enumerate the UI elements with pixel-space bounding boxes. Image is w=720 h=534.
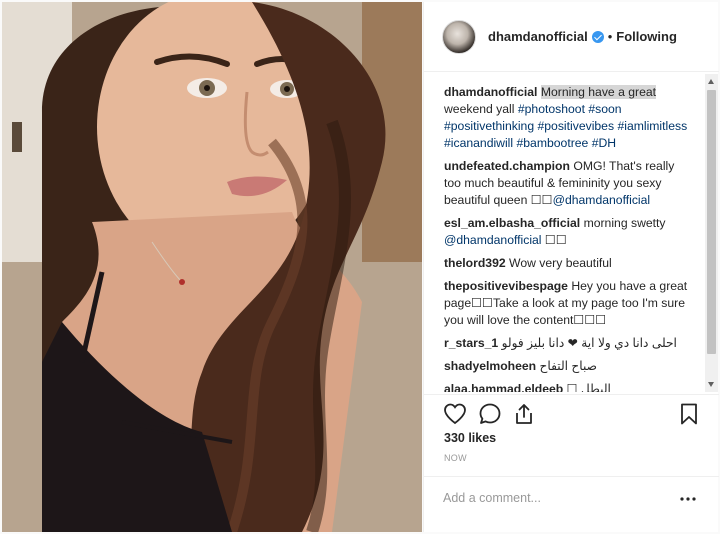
- hashtag[interactable]: #soon: [588, 102, 621, 116]
- hashtag[interactable]: #DH: [592, 136, 616, 150]
- comment-input[interactable]: [443, 486, 663, 510]
- scroll-up-icon[interactable]: [708, 79, 714, 84]
- comment-text: احلى دانا دي ولا اية ❤ دانا بليز فولو: [501, 336, 677, 350]
- more-icon[interactable]: [678, 493, 698, 505]
- comment-username[interactable]: undefeated.champion: [444, 159, 570, 173]
- caption-text: weekend yall: [444, 102, 518, 116]
- caption: dhamdanofficial Morning have a great wee…: [444, 84, 692, 152]
- comment-item: alaa.hammad.eldeeb البطل ☐: [444, 381, 692, 392]
- comment-mention[interactable]: @dhamdanofficial: [553, 193, 651, 207]
- comment-item: thelord392 Wow very beautiful: [444, 255, 692, 272]
- separator-dot: •: [607, 29, 613, 44]
- comment-item: shadyelmoheen صباح التفاح: [444, 358, 692, 375]
- instagram-post-window: dhamdanofficial • Following dhamdanoffic…: [0, 0, 720, 534]
- comment-item: thepositivevibespage Hey you have a grea…: [444, 278, 692, 329]
- share-icon[interactable]: [512, 402, 536, 426]
- caption-username[interactable]: dhamdanofficial: [444, 85, 537, 99]
- comment-username[interactable]: esl_am.elbasha_official: [444, 216, 580, 230]
- comment-text: صباح التفاح: [539, 359, 598, 373]
- hashtag[interactable]: #positivethinking: [444, 119, 534, 133]
- caption-highlighted-text: Morning have a great: [540, 85, 657, 99]
- comment-username[interactable]: thelord392: [444, 256, 506, 270]
- hashtag[interactable]: #icanandiwill: [444, 136, 513, 150]
- following-button[interactable]: Following: [616, 29, 677, 44]
- hashtag[interactable]: #photoshoot: [518, 102, 585, 116]
- comment-text-after: ☐☐: [541, 233, 567, 247]
- bookmark-icon[interactable]: [677, 402, 701, 426]
- heart-icon[interactable]: [443, 402, 467, 426]
- comment-username[interactable]: thepositivevibespage: [444, 279, 568, 293]
- hashtag[interactable]: #bambootree: [517, 136, 589, 150]
- comment-username[interactable]: shadyelmoheen: [444, 359, 536, 373]
- comment-username[interactable]: r_stars_1: [444, 336, 498, 350]
- verified-icon: [591, 30, 604, 43]
- post-username[interactable]: dhamdanofficial: [488, 29, 588, 44]
- post-photo[interactable]: [2, 2, 422, 532]
- scroll-down-icon[interactable]: [708, 382, 714, 387]
- comment-item: r_stars_1 احلى دانا دي ولا اية ❤ دانا بل…: [444, 335, 692, 352]
- comment-text: morning swetty: [583, 216, 666, 230]
- comments-list[interactable]: dhamdanofficial Morning have a great wee…: [424, 74, 704, 392]
- post-timestamp: NOW: [444, 453, 467, 463]
- comment-text: البطل ☐: [566, 382, 611, 392]
- hashtag[interactable]: #positivevibes: [538, 119, 615, 133]
- photo-illustration: [2, 2, 422, 532]
- post-header: dhamdanofficial • Following: [424, 2, 719, 72]
- comment-icon[interactable]: [478, 402, 502, 426]
- likes-count[interactable]: 330 likes: [444, 431, 496, 445]
- action-bar: [424, 394, 719, 430]
- avatar[interactable]: [442, 19, 476, 54]
- comment-text: Wow very beautiful: [509, 256, 612, 270]
- comments-scrollbar[interactable]: [705, 74, 718, 392]
- add-comment-section: [424, 476, 719, 532]
- comment-mention[interactable]: @dhamdanofficial: [444, 233, 542, 247]
- scrollbar-thumb[interactable]: [707, 90, 716, 354]
- comment-username[interactable]: alaa.hammad.eldeeb: [444, 382, 563, 392]
- comment-item: esl_am.elbasha_official morning swetty @…: [444, 215, 692, 249]
- hashtag[interactable]: #iamlimitless: [617, 119, 687, 133]
- post-side-panel: dhamdanofficial • Following dhamdanoffic…: [423, 2, 719, 532]
- comment-item: undefeated.champion OMG! That's really t…: [444, 158, 692, 209]
